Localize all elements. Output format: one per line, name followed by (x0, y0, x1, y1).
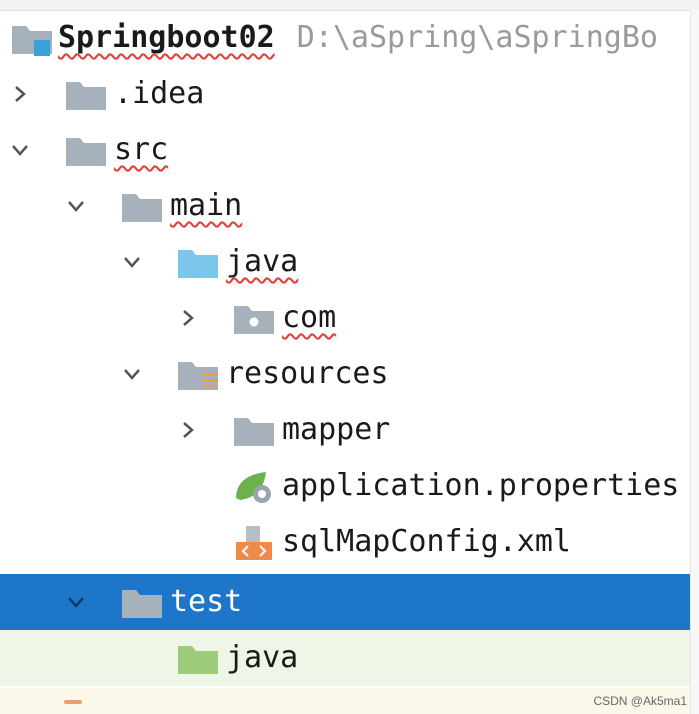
folder-icon (234, 418, 274, 446)
chevron-down-icon[interactable] (66, 196, 86, 216)
partial-icon (64, 700, 82, 704)
chevron-down-icon[interactable] (66, 592, 86, 612)
watermark: CSDN @Ak5ma1 (593, 694, 687, 708)
tree-label-java-test: java (226, 640, 299, 675)
tree-row-test[interactable]: test (0, 574, 690, 630)
spring-properties-icon (236, 472, 271, 503)
chevron-right-icon[interactable] (178, 420, 198, 440)
folder-icon (122, 194, 162, 222)
folder-icon (66, 82, 106, 110)
tree-row-project-root[interactable]: Springboot02 D:\aSpring\aSpringBo (0, 10, 690, 66)
chevron-right-icon[interactable] (178, 308, 198, 328)
tree-label-sqlmapconfig: sqlMapConfig.xml (282, 524, 571, 559)
tree-row-java-main[interactable]: java (0, 234, 690, 290)
tree-row-application-properties[interactable]: application.properties (0, 458, 690, 514)
tree-row-mapper[interactable]: mapper (0, 402, 690, 458)
tree-label-mapper: mapper (282, 412, 391, 447)
project-path: D:\aSpring\aSpringBo (296, 20, 658, 55)
module-folder-icon (12, 26, 52, 56)
tree-label-test: test (170, 584, 243, 619)
project-name-label: Springboot02 D:\aSpring\aSpringBo (58, 18, 658, 58)
chevron-down-icon[interactable] (122, 364, 142, 384)
next-row-partial (0, 688, 690, 714)
tree-label-java-main: java (226, 244, 299, 279)
package-icon (234, 306, 274, 334)
scrollbar-track[interactable] (690, 10, 699, 714)
source-root-folder-icon (178, 250, 218, 278)
tree-row-src[interactable]: src (0, 122, 690, 178)
tree-label-resources: resources (226, 356, 389, 391)
xml-file-icon (236, 526, 272, 560)
tree-label-main: main (170, 188, 243, 223)
tree-label-application-properties: application.properties (282, 468, 680, 503)
chevron-down-icon[interactable] (10, 140, 30, 160)
tree-label-idea: .idea (114, 76, 205, 111)
tree-row-resources[interactable]: resources (0, 346, 690, 402)
resources-root-folder-icon (178, 362, 218, 390)
tree-row-main[interactable]: main (0, 178, 690, 234)
folder-icon (122, 590, 162, 618)
tree-label-com: com (282, 300, 337, 335)
tree-label-src: src (114, 132, 169, 167)
project-name: Springboot02 (58, 20, 275, 55)
test-root-folder-icon (178, 646, 218, 674)
chevron-right-icon[interactable] (10, 84, 30, 104)
tree-row-java-test[interactable]: java (0, 630, 690, 686)
tree-row-idea[interactable]: .idea (0, 66, 690, 122)
tree-row-sqlmapconfig[interactable]: sqlMapConfig.xml (0, 514, 690, 570)
tree-row-com[interactable]: com (0, 290, 690, 346)
chevron-down-icon[interactable] (122, 252, 142, 272)
folder-icon (66, 138, 106, 166)
